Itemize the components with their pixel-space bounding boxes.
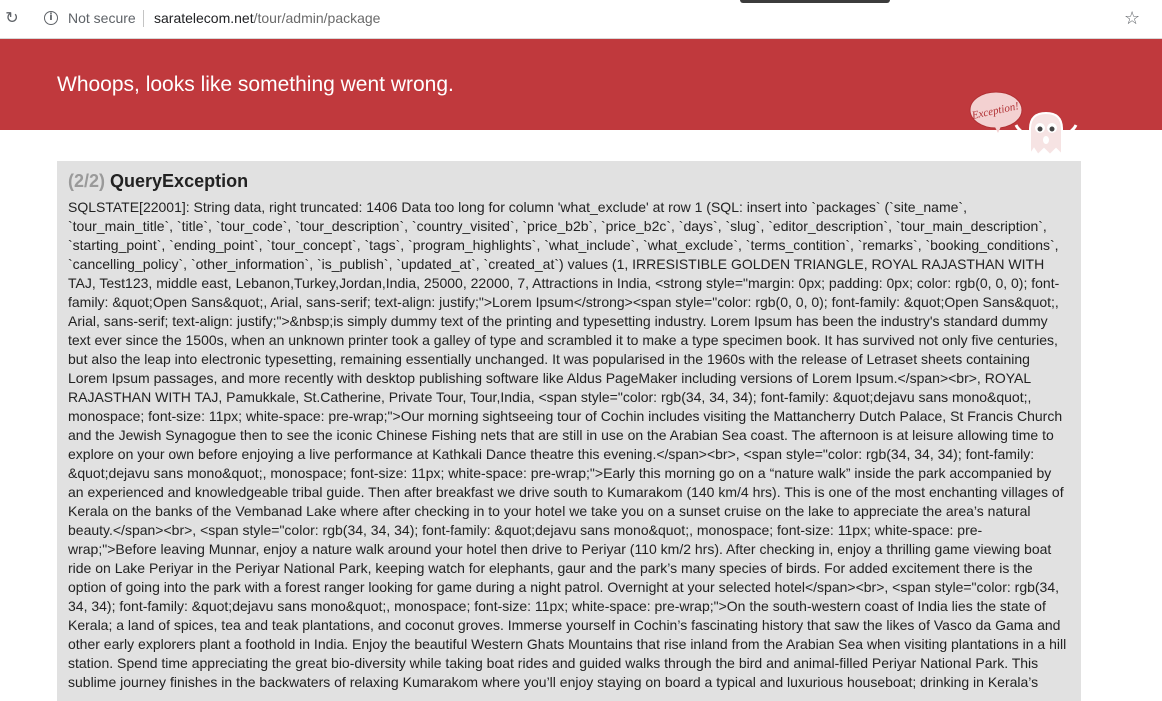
- security-label[interactable]: Not secure: [68, 10, 136, 26]
- error-header: Whoops, looks like something went wrong.…: [0, 39, 1162, 159]
- url-field[interactable]: saratelecom.net/tour/admin/package: [154, 10, 380, 26]
- tab-strip-edge: [740, 0, 890, 3]
- ghost-mascot-icon: Exception!: [969, 91, 1078, 159]
- exception-count: (2/2): [68, 171, 106, 191]
- page-title: Whoops, looks like something went wrong.: [57, 73, 454, 96]
- url-host: saratelecom.net: [154, 10, 254, 26]
- info-icon[interactable]: i: [44, 11, 58, 25]
- exception-message: SQLSTATE[22001]: String data, right trun…: [68, 199, 1067, 690]
- address-separator: [143, 10, 144, 27]
- bookmark-star-icon[interactable]: ☆: [1124, 8, 1140, 29]
- exception-title: (2/2) QueryException: [68, 171, 1070, 191]
- browser-address-bar: ↻ i Not secure saratelecom.net/tour/admi…: [0, 0, 1162, 39]
- exception-panel: (2/2) QueryException SQLSTATE[22001]: St…: [57, 161, 1081, 701]
- exception-type: QueryException: [110, 171, 249, 191]
- url-path: /tour/admin/package: [253, 10, 381, 26]
- reload-icon[interactable]: ↻: [4, 10, 20, 26]
